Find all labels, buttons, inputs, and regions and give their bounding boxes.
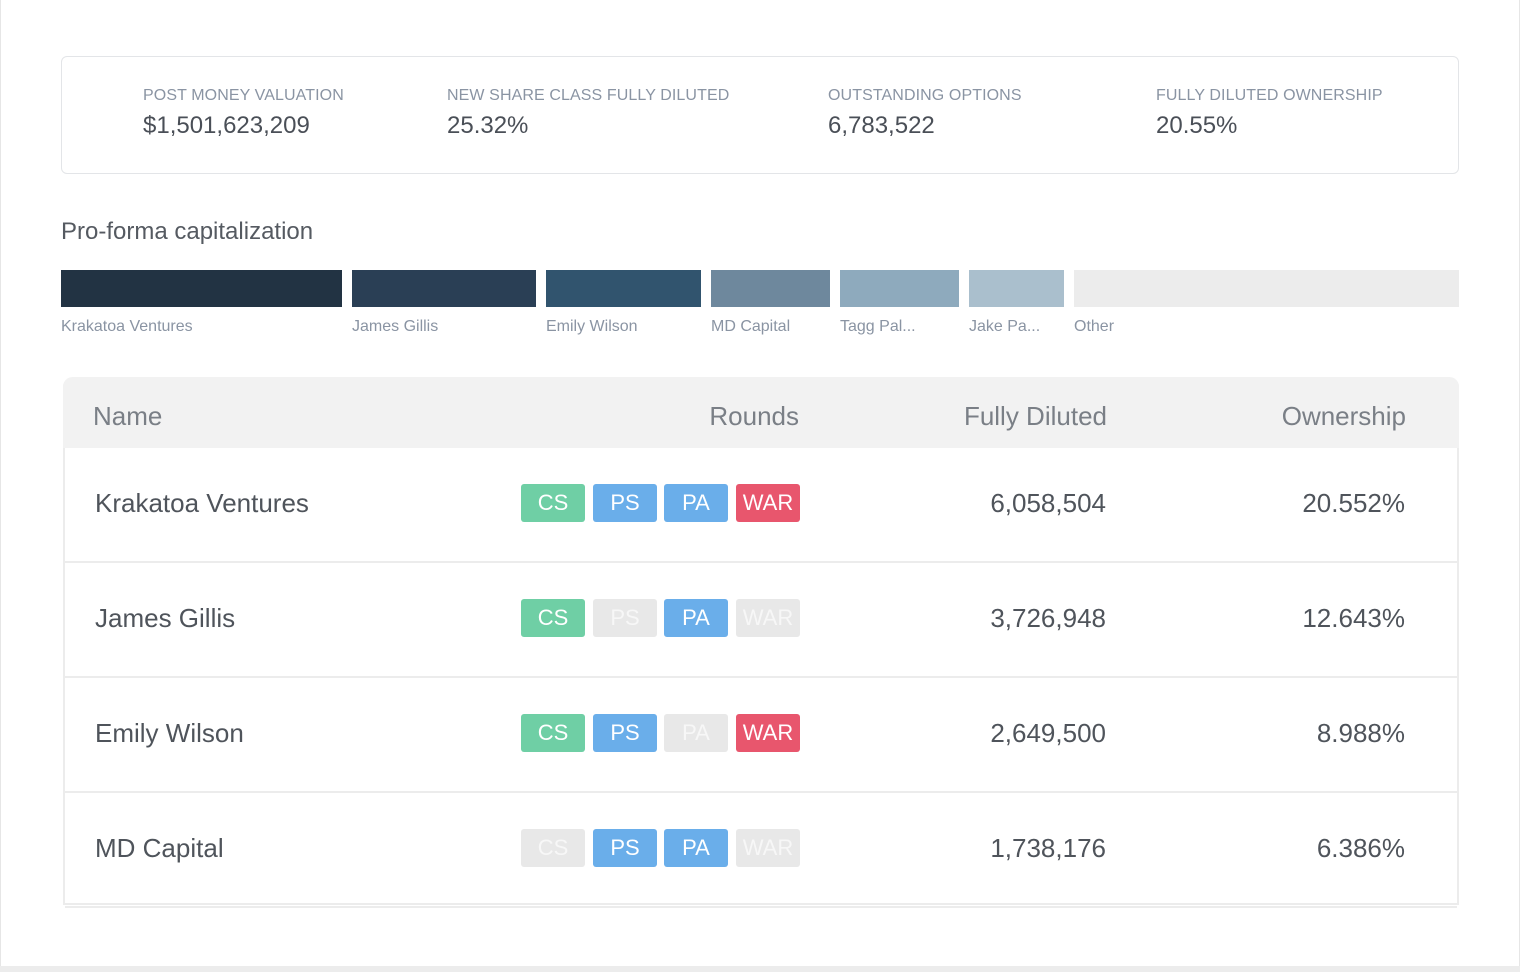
stat-value: $1,501,623,209 [143, 112, 310, 139]
cap-table: Name Rounds Fully Diluted Ownership Krak… [63, 377, 1459, 908]
table-row[interactable]: James Gillis CS PS PA WAR 3,726,948 12.6… [65, 563, 1457, 678]
bar-label: MD Capital [711, 318, 791, 335]
stat-outstanding-options: OUTSTANDING OPTIONS 6,783,522 [828, 87, 1022, 140]
fully-diluted-value: 2,649,500 [990, 718, 1106, 748]
round-badge-pa: PA [664, 714, 728, 752]
ownership-value: 20.552% [1302, 488, 1405, 518]
bar-segment-other[interactable] [1074, 270, 1459, 307]
cap-table-panel: POST MONEY VALUATION $1,501,623,209 NEW … [0, 0, 1520, 966]
bar-segment-tagg-pal[interactable] [840, 270, 959, 307]
fully-diluted-value: 3,726,948 [990, 603, 1106, 633]
column-header-ownership[interactable]: Ownership [1282, 401, 1406, 432]
bar-segment-james-gillis[interactable] [352, 270, 536, 307]
round-badge-ps: PS [593, 599, 657, 637]
bar-label: Krakatoa Ventures [61, 318, 193, 335]
round-badge-ps: PS [593, 484, 657, 522]
round-badge-pa: PA [664, 829, 728, 867]
bar-label: James Gillis [352, 318, 439, 335]
holder-name: MD Capital [95, 833, 224, 863]
round-badge-war: WAR [736, 714, 800, 752]
stat-label: FULLY DILUTED OWNERSHIP [1156, 87, 1383, 104]
holder-name: James Gillis [95, 603, 236, 633]
stat-value: 20.55% [1156, 112, 1238, 139]
round-badge-war: WAR [736, 829, 800, 867]
ownership-value: 6.386% [1316, 833, 1405, 863]
round-badge-pa: PA [664, 484, 728, 522]
column-header-name[interactable]: Name [93, 401, 162, 432]
holder-name: Emily Wilson [95, 718, 244, 748]
round-badge-pa: PA [664, 599, 728, 637]
ownership-value: 12.643% [1302, 603, 1405, 633]
bar-segment-emily-wilson[interactable] [546, 270, 701, 307]
round-badge-cs: CS [521, 829, 585, 867]
bar-segment-md-capital[interactable] [711, 270, 830, 307]
round-badge-war: WAR [736, 599, 800, 637]
table-header: Name Rounds Fully Diluted Ownership [63, 377, 1459, 448]
section-title: Pro-forma capitalization [61, 218, 314, 245]
bar-label: Jake Pa... [969, 318, 1041, 335]
table-row[interactable]: MD Capital CS PS PA WAR 1,738,176 6.386% [65, 793, 1457, 908]
bar-segment-krakatoa-ventures[interactable] [61, 270, 342, 307]
bar-segment-jake-pa[interactable] [969, 270, 1064, 307]
fully-diluted-value: 1,738,176 [990, 833, 1106, 863]
column-header-fully-diluted[interactable]: Fully Diluted [964, 401, 1107, 432]
holder-name: Krakatoa Ventures [95, 488, 309, 518]
round-badge-cs: CS [521, 599, 585, 637]
table-row[interactable]: Krakatoa Ventures CS PS PA WAR 6,058,504… [65, 448, 1457, 563]
round-badge-war: WAR [736, 484, 800, 522]
round-badge-cs: CS [521, 714, 585, 752]
stat-value: 6,783,522 [828, 112, 935, 139]
bar-label: Other [1074, 318, 1115, 335]
summary-stats-card: POST MONEY VALUATION $1,501,623,209 NEW … [61, 56, 1459, 174]
stat-label: NEW SHARE CLASS FULLY DILUTED [447, 87, 730, 104]
bar-label: Emily Wilson [546, 318, 638, 335]
ownership-value: 8.988% [1316, 718, 1405, 748]
stat-label: POST MONEY VALUATION [143, 87, 344, 104]
round-badge-ps: PS [593, 714, 657, 752]
round-badge-cs: CS [521, 484, 585, 522]
stat-fully-diluted-ownership: FULLY DILUTED OWNERSHIP 20.55% [1156, 87, 1383, 140]
round-badge-ps: PS [593, 829, 657, 867]
table-row[interactable]: Emily Wilson CS PS PA WAR 2,649,500 8.98… [65, 678, 1457, 793]
stat-post-money-valuation: POST MONEY VALUATION $1,501,623,209 [143, 87, 344, 140]
fully-diluted-value: 6,058,504 [990, 488, 1106, 518]
stat-label: OUTSTANDING OPTIONS [828, 87, 1022, 104]
bar-label: Tagg Pal... [840, 318, 916, 335]
stat-value: 25.32% [447, 112, 529, 139]
stat-new-share-class-fully-diluted: NEW SHARE CLASS FULLY DILUTED 25.32% [447, 87, 729, 140]
column-header-rounds[interactable]: Rounds [709, 401, 799, 432]
